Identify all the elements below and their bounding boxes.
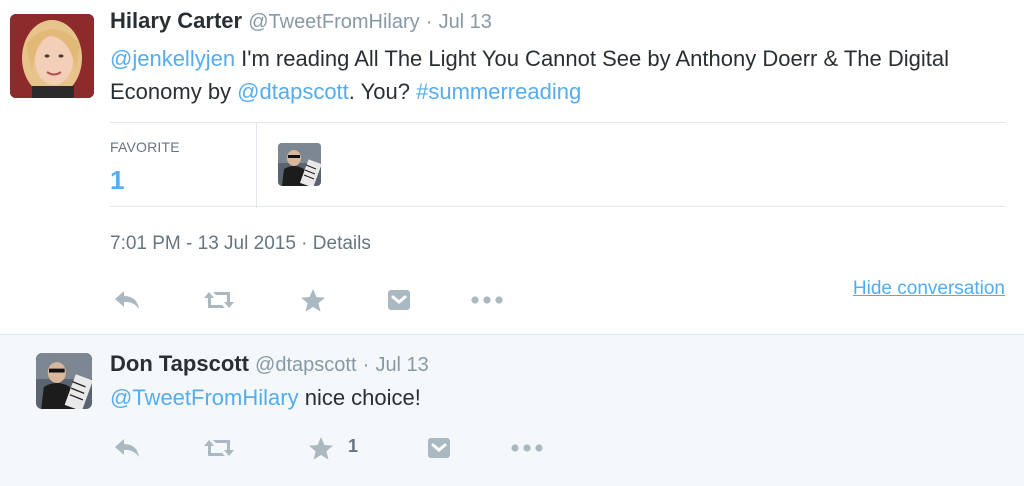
mention-link[interactable]: @jenkellyjen <box>110 46 235 71</box>
tweet-text-part: nice choice! <box>298 385 421 410</box>
more-button[interactable] <box>510 433 544 463</box>
meta-separator: · <box>301 233 308 254</box>
tweet-date[interactable]: Jul 13 <box>439 11 492 33</box>
avatar-don-tapscott[interactable] <box>36 353 92 409</box>
header-separator: · <box>425 11 433 33</box>
pocket-button[interactable] <box>382 285 416 315</box>
reply-icon <box>115 439 139 457</box>
favorite-stat-label: FAVORITE <box>110 139 180 155</box>
more-icon <box>471 296 503 304</box>
favoriter-avatar-image <box>278 143 321 186</box>
author-handle[interactable]: @TweetFromHilary <box>248 11 419 33</box>
details-link[interactable]: Details <box>313 233 371 254</box>
favorite-button[interactable] <box>296 285 330 315</box>
retweet-icon <box>204 440 234 456</box>
favorite-icon <box>309 436 333 460</box>
avatar-hilary-image <box>10 14 94 98</box>
author-handle[interactable]: @dtapscott <box>255 354 356 376</box>
main-tweet-actions <box>110 285 510 315</box>
mention-link[interactable]: @TweetFromHilary <box>110 385 299 410</box>
retweet-icon <box>204 292 234 308</box>
retweet-button[interactable] <box>202 433 236 463</box>
more-icon <box>511 444 543 452</box>
tweet-timestamp[interactable]: 7:01 PM - 13 Jul 2015 <box>110 233 296 254</box>
reply-button[interactable] <box>110 433 144 463</box>
stats-divider <box>256 123 257 208</box>
retweet-button[interactable] <box>202 285 236 315</box>
avatar-hilary-carter[interactable] <box>10 14 94 98</box>
reply-tweet-actions: 1 <box>110 433 550 463</box>
avatar-don-image <box>36 353 92 409</box>
author-fullname[interactable]: Don Tapscott <box>110 351 249 376</box>
main-tweet-header: Hilary Carter @TweetFromHilary · Jul 13 <box>110 8 492 35</box>
header-separator: · <box>362 354 370 376</box>
favorite-button[interactable] <box>304 433 338 463</box>
pocket-icon <box>388 290 410 310</box>
reply-tweet-text: @TweetFromHilary nice choice! <box>110 381 990 414</box>
reply-tweet: Don Tapscott @dtapscott · Jul 13 @TweetF… <box>0 334 1024 486</box>
favorite-icon <box>301 288 325 312</box>
reply-button[interactable] <box>110 285 144 315</box>
reply-tweet-header: Don Tapscott @dtapscott · Jul 13 <box>110 351 429 378</box>
favorite-stat-count[interactable]: 1 <box>110 165 124 196</box>
main-tweet: Hilary Carter @TweetFromHilary · Jul 13 … <box>0 0 1024 334</box>
reply-icon <box>115 291 139 309</box>
pocket-icon <box>428 438 450 458</box>
pocket-button[interactable] <box>422 433 456 463</box>
hide-conversation-link[interactable]: Hide conversation <box>853 278 1005 300</box>
tweet-date[interactable]: Jul 13 <box>375 354 428 376</box>
hashtag-link[interactable]: #summerreading <box>416 79 581 104</box>
more-button[interactable] <box>470 285 504 315</box>
tweet-meta: 7:01 PM - 13 Jul 2015 · Details <box>110 233 371 255</box>
main-tweet-text: @jenkellyjen I'm reading All The Light Y… <box>110 42 1010 108</box>
favorite-count: 1 <box>348 436 359 456</box>
author-fullname[interactable]: Hilary Carter <box>110 8 242 33</box>
tweet-stats: FAVORITE 1 <box>110 122 1006 208</box>
tweet-text-part: . You? <box>348 79 417 104</box>
favoriter-avatar[interactable] <box>278 143 321 186</box>
mention-link[interactable]: @dtapscott <box>237 79 349 104</box>
